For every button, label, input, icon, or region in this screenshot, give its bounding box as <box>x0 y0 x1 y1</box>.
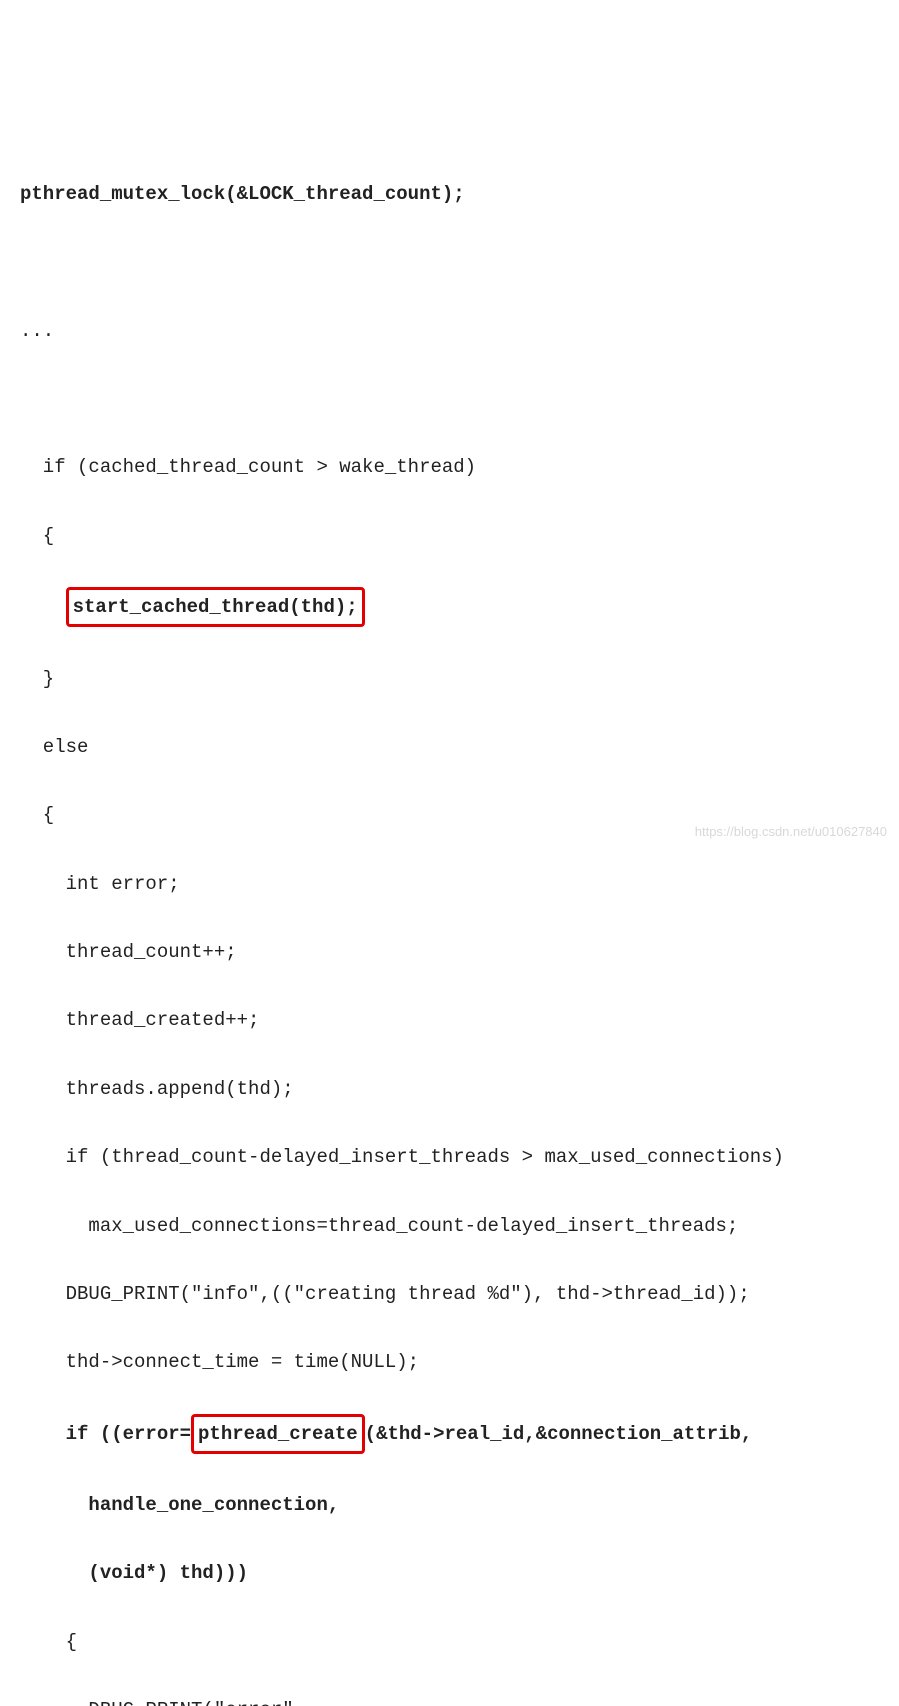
code-line: (void*) thd))) <box>20 1556 879 1590</box>
code-line: start_cached_thread(thd); <box>20 587 879 627</box>
code-line: threads.append(thd); <box>20 1072 879 1106</box>
watermark: https://blog.csdn.net/u010627840 <box>695 820 887 843</box>
code-line: ... <box>20 314 879 348</box>
code-line: if (thread_count-delayed_insert_threads … <box>20 1140 879 1174</box>
code-block: pthread_mutex_lock(&LOCK_thread_count); … <box>0 137 899 1706</box>
code-line: DBUG_PRINT("info",(("creating thread %d"… <box>20 1277 879 1311</box>
code-line: DBUG_PRINT("error", <box>20 1693 879 1706</box>
code-line <box>20 382 879 416</box>
code-line: max_used_connections=thread_count-delaye… <box>20 1209 879 1243</box>
highlight-box-start-cached-thread: start_cached_thread(thd); <box>66 587 365 627</box>
code-line: else <box>20 730 879 764</box>
code-line: { <box>20 1625 879 1659</box>
code-text: if ((error= <box>20 1423 191 1445</box>
indent <box>20 596 66 618</box>
code-line <box>20 245 879 279</box>
code-line: if ((error=pthread_create(&thd->real_id,… <box>20 1414 879 1454</box>
code-line: } <box>20 662 879 696</box>
code-line: { <box>20 519 879 553</box>
code-line: thread_created++; <box>20 1003 879 1037</box>
code-line: pthread_mutex_lock(&LOCK_thread_count); <box>20 177 879 211</box>
code-text: (&thd->real_id,&connection_attrib, <box>365 1423 753 1445</box>
code-line: thread_count++; <box>20 935 879 969</box>
code-line: handle_one_connection, <box>20 1488 879 1522</box>
code-line: if (cached_thread_count > wake_thread) <box>20 450 879 484</box>
code-line: thd->connect_time = time(NULL); <box>20 1345 879 1379</box>
code-line: int error; <box>20 867 879 901</box>
highlight-box-pthread-create: pthread_create <box>191 1414 365 1454</box>
